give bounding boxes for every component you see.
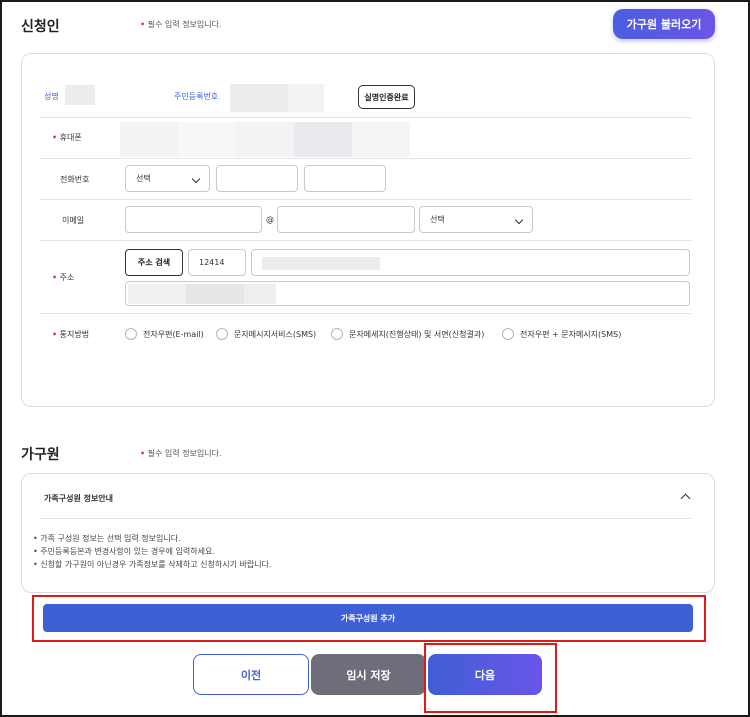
- info-item-text: 주민등록등본과 변경사항이 있는 경우에 입력하세요.: [40, 547, 215, 556]
- notify-label: • 통지방법: [52, 329, 89, 340]
- info-item: • 주민등록등본과 변경사항이 있는 경우에 입력하세요.: [33, 547, 215, 556]
- info-item-text: 가족 구성원 정보는 선택 입력 정보입니다.: [40, 534, 181, 543]
- required-note: • 필수 입력 정보입니다.: [140, 19, 222, 30]
- notify-option-sms-label: 문자메시지서비스(SMS): [234, 330, 317, 339]
- notify-radio-email-sms[interactable]: [502, 328, 514, 340]
- household-required-note-text: 필수 입력 정보입니다.: [147, 449, 222, 458]
- required-dot: •: [140, 449, 146, 458]
- notify-radio-sms[interactable]: [216, 328, 228, 340]
- phone-label: 전화번호: [60, 175, 90, 184]
- rrn-value-masked: [230, 84, 288, 112]
- email-domain-input[interactable]: [277, 206, 415, 233]
- required-dot: •: [52, 133, 58, 142]
- address-main-field[interactable]: [251, 249, 690, 276]
- address-label-text: 주소: [59, 273, 75, 282]
- phone-area-select-value: 선택: [136, 174, 151, 183]
- email-domain-select[interactable]: 선택: [419, 206, 533, 233]
- mobile-field-3[interactable]: [236, 122, 294, 157]
- address-detail-field[interactable]: [125, 281, 690, 306]
- notify-radio-email[interactable]: [125, 328, 137, 340]
- phone-last-input[interactable]: [304, 165, 386, 192]
- phone-middle-input[interactable]: [216, 165, 298, 192]
- postal-code-field[interactable]: 12414: [188, 249, 246, 276]
- add-family-member-button[interactable]: 가족구성원 추가: [43, 604, 693, 632]
- address-search-button[interactable]: 주소 검색: [125, 249, 183, 276]
- verified-button[interactable]: 실명인증완료: [358, 85, 415, 109]
- temp-save-button[interactable]: 임시 저장: [311, 654, 426, 695]
- notify-option-email-sms-label: 전자우편 + 문자메시지(SMS): [520, 330, 622, 339]
- name-value-masked: [65, 85, 95, 105]
- mobile-label: • 휴대폰: [52, 132, 82, 143]
- postal-code-value: 12414: [199, 258, 225, 267]
- divider: [40, 117, 692, 118]
- chevron-down-icon: [514, 215, 524, 224]
- address-label: • 주소: [52, 272, 74, 283]
- phone-area-select[interactable]: 선택: [125, 165, 210, 192]
- notify-label-text: 통지방법: [59, 330, 90, 339]
- address-detail-masked-2: [186, 284, 244, 304]
- info-item-text: 신청할 가구원이 아닌경우 가족정보를 삭제하고 신청하시기 바랍니다.: [40, 560, 272, 569]
- household-required-note: • 필수 입력 정보입니다.: [140, 448, 222, 459]
- mobile-field-4[interactable]: [294, 122, 352, 157]
- address-detail-masked-3: [244, 284, 276, 304]
- notify-radio-sms-mail[interactable]: [331, 328, 343, 340]
- rrn-value-masked-2: [288, 84, 324, 112]
- rrn-label: 주민등록번호: [174, 92, 219, 101]
- family-info-title: 가족구성원 정보안내: [44, 494, 114, 503]
- prev-button[interactable]: 이전: [193, 654, 309, 695]
- divider: [40, 518, 692, 519]
- mobile-field-1[interactable]: [120, 122, 178, 157]
- address-main-masked: [262, 257, 380, 270]
- mobile-field-5[interactable]: [352, 122, 410, 157]
- required-note-text: 필수 입력 정보입니다.: [147, 20, 222, 29]
- load-family-button[interactable]: 가구원 불러오기: [613, 9, 715, 39]
- divider: [40, 240, 692, 241]
- required-dot: •: [52, 330, 58, 339]
- email-at-sign: @: [266, 215, 274, 224]
- applicant-section-title: 신청인: [21, 19, 60, 35]
- name-label: 성명: [44, 91, 59, 102]
- mobile-field-2[interactable]: [178, 122, 236, 157]
- info-item: • 신청할 가구원이 아닌경우 가족정보를 삭제하고 신청하시기 바랍니다.: [33, 560, 272, 569]
- next-button[interactable]: 다음: [428, 654, 542, 695]
- chevron-down-icon: [191, 174, 201, 183]
- notify-option-sms-mail-label: 문자메세지(진행상태) 및 서면(신청결과): [349, 330, 485, 339]
- household-section-title: 가구원: [21, 447, 60, 463]
- mobile-label-text: 휴대폰: [59, 133, 82, 142]
- email-id-input[interactable]: [125, 206, 262, 233]
- divider: [40, 313, 692, 314]
- info-item: • 가족 구성원 정보는 선택 입력 정보입니다.: [33, 534, 181, 543]
- divider: [40, 199, 692, 200]
- divider: [40, 158, 692, 159]
- email-domain-select-value: 선택: [430, 215, 445, 224]
- required-dot: •: [140, 20, 146, 29]
- notify-option-email-label: 전자우편(E-mail): [143, 330, 204, 339]
- address-detail-masked: [128, 284, 186, 304]
- name-label-text: 성명: [44, 92, 59, 101]
- required-dot: •: [52, 273, 58, 282]
- email-label: 이메일: [62, 216, 85, 225]
